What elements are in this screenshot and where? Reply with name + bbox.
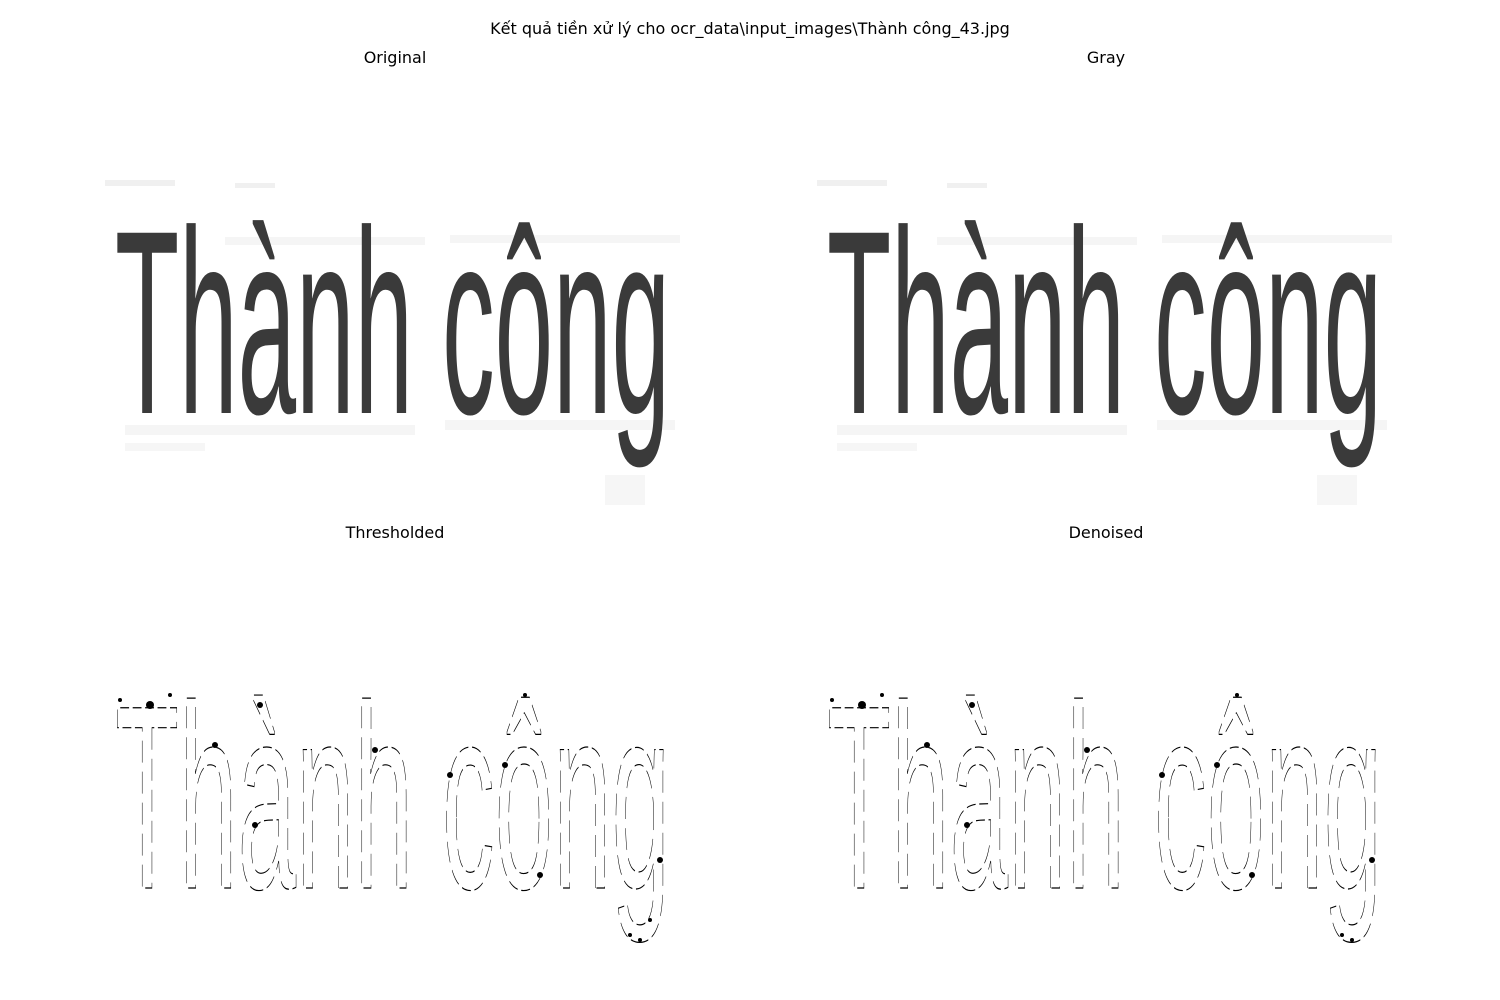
- panel-title-denoised: Denoised: [1068, 523, 1144, 542]
- panel-title-thresholded: Thresholded: [345, 523, 445, 542]
- word-image: Thành công: [115, 176, 670, 470]
- word-image: Thành công: [827, 651, 1382, 945]
- panel-title-original: Original: [363, 48, 427, 67]
- gray-image: Thành công: [807, 175, 1397, 515]
- original-image: Thành công: [95, 175, 685, 515]
- thresholded-image: Thành công: [95, 650, 685, 990]
- word-image: Thành công: [827, 176, 1382, 470]
- figure-suptitle: Kết quả tiền xử lý cho ocr_data\input_im…: [490, 19, 1010, 38]
- word-image: Thành công: [115, 651, 670, 945]
- denoised-image: Thành công: [807, 650, 1397, 990]
- panel-title-gray: Gray: [1086, 48, 1126, 67]
